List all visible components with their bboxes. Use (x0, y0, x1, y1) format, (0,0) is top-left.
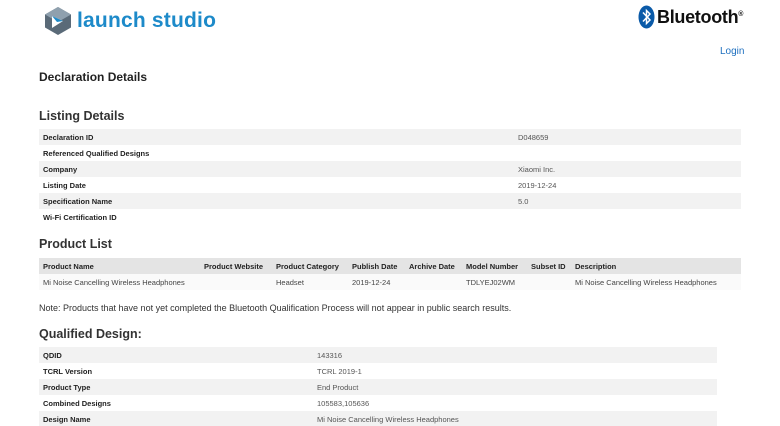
launch-studio-icon (45, 7, 71, 35)
bluetooth-wordmark: Bluetooth® (657, 6, 744, 27)
table-row: Product Type End Product (39, 379, 717, 395)
table-row: Referenced Qualified Designs (39, 145, 741, 161)
qdid-value: 143316 (313, 347, 717, 363)
table-row: Wi-Fi Certification ID (39, 209, 741, 225)
qualified-design-table: QDID 143316 TCRL Version TCRL 2019-1 Product… (39, 347, 717, 426)
cell-publish-date: 2019-12-24 (348, 274, 405, 290)
specification-name-value: 5.0 (514, 193, 741, 209)
site-header: launch studio Bluetooth® (0, 0, 780, 50)
column-header-product-name: Product Name (39, 258, 200, 274)
cell-model-number: TDLYEJ02WM (462, 274, 527, 290)
table-row: Company Xiaomi Inc. (39, 161, 741, 177)
listing-details-table: Declaration ID D048659 Referenced Qualifie… (39, 129, 741, 225)
listing-date-label: Listing Date (39, 177, 514, 193)
cell-archive-date (405, 274, 462, 290)
qualified-design-heading: Qualified Design: (39, 327, 142, 341)
table-row: Mi Noise Cancelling Wireless Headphones H… (39, 274, 741, 290)
product-list-table: Product Name Product Website Product Categ… (39, 258, 741, 290)
launch-studio-logo[interactable]: launch studio (44, 6, 216, 36)
declaration-id-label: Declaration ID (39, 129, 514, 145)
page-title: Declaration Details (39, 70, 148, 84)
company-label: Company (39, 161, 514, 177)
qualification-note: Note: Products that have not yet complet… (39, 303, 512, 313)
referenced-qualified-designs-value (514, 145, 741, 161)
column-header-archive-date: Archive Date (405, 258, 462, 274)
cell-product-category: Headset (272, 274, 348, 290)
table-row: Specification Name 5.0 (39, 193, 741, 209)
column-header-product-website: Product Website (200, 258, 272, 274)
table-row: TCRL Version TCRL 2019-1 (39, 363, 717, 379)
tcrl-version-label: TCRL Version (39, 363, 313, 379)
table-row: Listing Date 2019-12-24 (39, 177, 741, 193)
product-type-value: End Product (313, 379, 717, 395)
combined-designs-label: Combined Designs (39, 395, 313, 411)
wi-fi-certification-id-value (514, 209, 741, 225)
product-list-heading: Product List (39, 237, 112, 251)
wi-fi-certification-id-label: Wi-Fi Certification ID (39, 209, 514, 225)
cell-product-name: Mi Noise Cancelling Wireless Headphones (39, 274, 200, 290)
login-link[interactable]: Login (720, 46, 744, 57)
declaration-id-value: D048659 (514, 129, 741, 145)
cell-product-website (200, 274, 272, 290)
column-header-description: Description (571, 258, 741, 274)
launch-studio-wordmark: launch studio (77, 9, 217, 32)
combined-designs-value: 105583,105636 (313, 395, 717, 411)
specification-name-label: Specification Name (39, 193, 514, 209)
listing-date-value: 2019-12-24 (514, 177, 741, 193)
table-row: Design Name Mi Noise Cancelling Wireless … (39, 411, 717, 426)
bluetooth-icon (638, 5, 655, 29)
column-header-subset-id: Subset ID (527, 258, 571, 274)
column-header-product-category: Product Category (272, 258, 348, 274)
product-type-label: Product Type (39, 379, 313, 395)
table-row: Combined Designs 105583,105636 (39, 395, 717, 411)
table-row: QDID 143316 (39, 347, 717, 363)
design-name-value: Mi Noise Cancelling Wireless Headphones (313, 411, 717, 426)
company-value: Xiaomi Inc. (514, 161, 741, 177)
qdid-label: QDID (39, 347, 313, 363)
bluetooth-logo: Bluetooth® (638, 5, 743, 29)
tcrl-version-value: TCRL 2019-1 (313, 363, 717, 379)
design-name-label: Design Name (39, 411, 313, 426)
column-header-model-number: Model Number (462, 258, 527, 274)
product-list-header-row: Product Name Product Website Product Categ… (39, 258, 741, 274)
column-header-publish-date: Publish Date (348, 258, 405, 274)
cell-description: Mi Noise Cancelling Wireless Headphones (571, 274, 741, 290)
table-row: Declaration ID D048659 (39, 129, 741, 145)
referenced-qualified-designs-label: Referenced Qualified Designs (39, 145, 514, 161)
listing-details-heading: Listing Details (39, 109, 125, 123)
cell-subset-id (527, 274, 571, 290)
